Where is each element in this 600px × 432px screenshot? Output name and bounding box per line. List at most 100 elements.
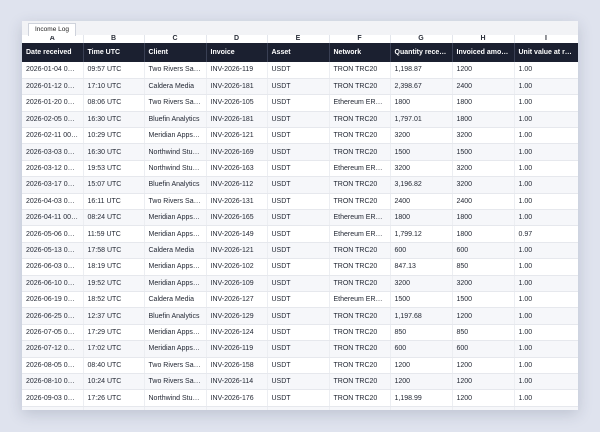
table-cell[interactable]: INV-2026-119 xyxy=(206,62,268,79)
table-cell[interactable]: 3200 xyxy=(452,176,515,194)
table-cell[interactable]: 19:53 UTC xyxy=(83,160,145,178)
table-cell[interactable]: 2026-06-03 00:00:00 xyxy=(22,258,84,276)
table-cell[interactable]: 2026-08-05 00:00:00 xyxy=(22,357,84,374)
table-cell[interactable]: INV-2026-165 xyxy=(206,209,268,227)
table-cell[interactable]: 12:37 UTC xyxy=(83,307,145,325)
table-cell[interactable]: TRON TRC20 xyxy=(329,258,391,276)
table-cell[interactable]: Bluefin Analytics xyxy=(144,176,207,194)
table-cell[interactable]: INV-2026-138 xyxy=(206,406,268,410)
table-cell[interactable]: 17:26 UTC xyxy=(83,389,145,407)
table-cell[interactable]: 1800 xyxy=(452,209,515,227)
header-cell[interactable]: Invoiced amount xyxy=(452,43,515,62)
table-cell[interactable]: INV-2026-129 xyxy=(206,307,268,325)
table-cell[interactable]: 600 xyxy=(390,242,453,260)
table-cell[interactable]: 1200 xyxy=(452,357,515,374)
table-cell[interactable]: 1.00 xyxy=(514,94,578,112)
table-cell[interactable]: USDT xyxy=(267,176,330,194)
table-cell[interactable]: Two Rivers Sa… xyxy=(144,193,207,211)
table-cell[interactable]: 17:58 UTC xyxy=(83,242,145,260)
table-cell[interactable]: INV-2026-181 xyxy=(206,111,268,129)
table-cell[interactable]: 1800 xyxy=(452,225,515,243)
table-cell[interactable]: Two Rivers Sa… xyxy=(144,373,207,391)
table-cell[interactable]: Northwind Stu… xyxy=(144,160,207,178)
table-cell[interactable]: 15:07 UTC xyxy=(83,176,145,194)
table-cell[interactable]: 1200 xyxy=(390,357,453,374)
table-cell[interactable]: 2026-03-03 00:00:00 xyxy=(22,143,84,161)
column-letter[interactable]: I xyxy=(514,35,578,43)
table-cell[interactable]: 1800 xyxy=(452,406,515,410)
table-cell[interactable]: TRON TRC20 xyxy=(329,193,391,211)
table-cell[interactable]: INV-2026-112 xyxy=(206,176,268,194)
table-cell[interactable]: 1,799.12 xyxy=(390,225,453,243)
table-cell[interactable]: USDT xyxy=(267,143,330,161)
table-cell[interactable]: 1800 xyxy=(390,94,453,112)
table-cell[interactable]: INV-2026-163 xyxy=(206,160,268,178)
header-cell[interactable]: Network xyxy=(329,43,391,62)
table-cell[interactable]: 2026-09-03 00:00:00 xyxy=(22,389,84,407)
table-cell[interactable]: INV-2026-158 xyxy=(206,357,268,374)
table-cell[interactable]: 1.00 xyxy=(514,143,578,161)
header-cell[interactable]: Invoice xyxy=(206,43,268,62)
table-cell[interactable]: 1200 xyxy=(452,373,515,391)
table-cell[interactable]: USDT xyxy=(267,357,330,374)
table-cell[interactable]: USDT xyxy=(267,78,330,96)
table-cell[interactable]: TRON TRC20 xyxy=(329,406,391,410)
table-cell[interactable]: 1,197.68 xyxy=(390,307,453,325)
table-cell[interactable]: USDT xyxy=(267,406,330,410)
table-cell[interactable]: 1,796.01 xyxy=(390,406,453,410)
table-cell[interactable]: INV-2026-124 xyxy=(206,324,268,342)
table-cell[interactable]: USDT xyxy=(267,291,330,309)
table-cell[interactable]: 2400 xyxy=(452,193,515,211)
table-cell[interactable]: 1.00 xyxy=(514,242,578,260)
table-cell[interactable]: Meridian Apps… xyxy=(144,258,207,276)
table-cell[interactable]: 1800 xyxy=(390,209,453,227)
table-cell[interactable]: 1.00 xyxy=(514,111,578,129)
table-cell[interactable]: 1500 xyxy=(452,143,515,161)
table-cell[interactable]: 2400 xyxy=(390,193,453,211)
table-cell[interactable]: 08:40 UTC xyxy=(83,357,145,374)
table-cell[interactable]: 3200 xyxy=(390,275,453,292)
table-cell[interactable]: 09:57 UTC xyxy=(83,62,145,79)
table-cell[interactable]: 1.00 xyxy=(514,307,578,325)
table-cell[interactable]: Meridian Apps… xyxy=(144,209,207,227)
table-cell[interactable]: Ethereum ER… xyxy=(329,160,391,178)
table-cell[interactable]: 1.00 xyxy=(514,160,578,178)
table-cell[interactable]: TRON TRC20 xyxy=(329,275,391,292)
table-cell[interactable]: USDT xyxy=(267,94,330,112)
table-cell[interactable]: TRON TRC20 xyxy=(329,143,391,161)
table-cell[interactable]: Caldera Media xyxy=(144,242,207,260)
table-cell[interactable]: 1500 xyxy=(390,291,453,309)
table-cell[interactable]: 850 xyxy=(390,324,453,342)
table-cell[interactable]: INV-2026-105 xyxy=(206,94,268,112)
table-cell[interactable]: TRON TRC20 xyxy=(329,62,391,79)
table-cell[interactable]: 847.13 xyxy=(390,258,453,276)
table-cell[interactable]: USDT xyxy=(267,193,330,211)
header-cell[interactable]: Client xyxy=(144,43,207,62)
header-cell[interactable]: Asset xyxy=(267,43,330,62)
table-cell[interactable]: 10:29 UTC xyxy=(83,127,145,145)
table-cell[interactable]: Ethereum ER… xyxy=(329,94,391,112)
table-cell[interactable]: 1800 xyxy=(452,111,515,129)
table-cell[interactable]: USDT xyxy=(267,209,330,227)
column-letter[interactable]: C xyxy=(144,35,207,43)
table-cell[interactable]: 1.00 xyxy=(514,127,578,145)
table-cell[interactable]: 2026-06-10 00:00:00 xyxy=(22,275,84,292)
table-cell[interactable]: 1.00 xyxy=(514,62,578,79)
column-letter[interactable]: F xyxy=(329,35,391,43)
table-cell[interactable]: USDT xyxy=(267,225,330,243)
table-cell[interactable]: 2026-04-03 00:00:00 xyxy=(22,193,84,211)
table-cell[interactable]: 1.00 xyxy=(514,340,578,358)
column-letter[interactable]: H xyxy=(452,35,515,43)
table-cell[interactable]: USDT xyxy=(267,389,330,407)
table-cell[interactable]: INV-2026-119 xyxy=(206,340,268,358)
column-letter[interactable]: D xyxy=(206,35,268,43)
table-cell[interactable]: USDT xyxy=(267,258,330,276)
table-cell[interactable]: 2026-01-20 00:00:00 xyxy=(22,94,84,112)
table-cell[interactable]: 2026-09-12 00:00:00 xyxy=(22,406,84,410)
table-cell[interactable]: 17:02 UTC xyxy=(83,340,145,358)
table-cell[interactable]: 08:06 UTC xyxy=(83,94,145,112)
table-cell[interactable]: 1.00 xyxy=(514,258,578,276)
table-cell[interactable]: Bluefin Analytics xyxy=(144,111,207,129)
table-cell[interactable]: 17:29 UTC xyxy=(83,324,145,342)
table-cell[interactable]: 3200 xyxy=(452,275,515,292)
